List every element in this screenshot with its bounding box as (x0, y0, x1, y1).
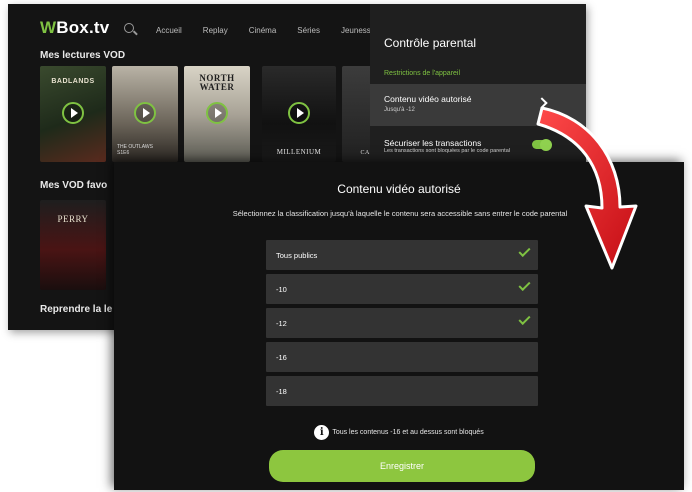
option-minus-16[interactable]: -16 (266, 342, 538, 372)
top-nav: Accueil Replay Cinéma Séries Jeunesse (156, 26, 396, 35)
poster-millenium[interactable]: MILLENIUM (262, 66, 336, 162)
poster-badlands[interactable]: BADLANDS (40, 66, 106, 162)
info-message: i Tous les contenus -16 et au dessus sont… (114, 424, 684, 442)
poster-north-water[interactable]: NORTH WATER (184, 66, 250, 162)
poster-perry[interactable]: PERRY (40, 200, 106, 290)
allowed-content-value: Jusqu'à -12 (384, 107, 415, 113)
nav-replay[interactable]: Replay (203, 26, 228, 35)
section-title-favoris: Mes VOD favo (40, 180, 108, 191)
allowed-content-label: Contenu vidéo autorisé (384, 94, 472, 104)
screenshot-stage: WBox.tv Accueil Replay Cinéma Séries Jeu… (0, 0, 692, 492)
nav-series[interactable]: Séries (297, 26, 320, 35)
play-icon[interactable] (206, 102, 228, 125)
option-minus-12[interactable]: -12 (266, 308, 538, 338)
section-title-reprendre: Reprendre la le (40, 304, 113, 315)
secure-transactions-desc: Les transactions sont bloquées par le co… (384, 148, 510, 154)
play-icon[interactable] (134, 102, 156, 125)
option-label: -16 (276, 353, 287, 362)
option-minus-18[interactable]: -18 (266, 376, 538, 406)
panel-title: Contrôle parental (384, 36, 477, 50)
wbox-logo[interactable]: WBox.tv (40, 18, 109, 38)
option-label: Tous publics (276, 251, 318, 260)
nav-cinema[interactable]: Cinéma (249, 26, 277, 35)
play-icon[interactable] (62, 102, 84, 125)
info-text: Tous les contenus -16 et au dessus sont … (332, 429, 484, 437)
option-tous-publics[interactable]: Tous publics (266, 240, 538, 270)
nav-accueil[interactable]: Accueil (156, 26, 182, 35)
option-label: -18 (276, 387, 287, 396)
secure-transactions-label: Sécuriser les transactions (384, 138, 482, 148)
info-icon: i (314, 425, 330, 441)
search-icon[interactable] (124, 23, 134, 33)
curved-arrow-icon (536, 106, 638, 270)
play-icon[interactable] (288, 102, 310, 125)
panel-subheader: Restrictions de l'appareil (384, 70, 461, 77)
section-title-lectures: Mes lectures VOD (40, 50, 126, 61)
poster-the-outlaws[interactable]: THE OUTLAWS S1E6 (112, 66, 178, 162)
save-button[interactable]: Enregistrer (269, 450, 535, 482)
option-label: -12 (276, 319, 287, 328)
option-minus-10[interactable]: -10 (266, 274, 538, 304)
option-label: -10 (276, 285, 287, 294)
check-icon (518, 312, 531, 326)
